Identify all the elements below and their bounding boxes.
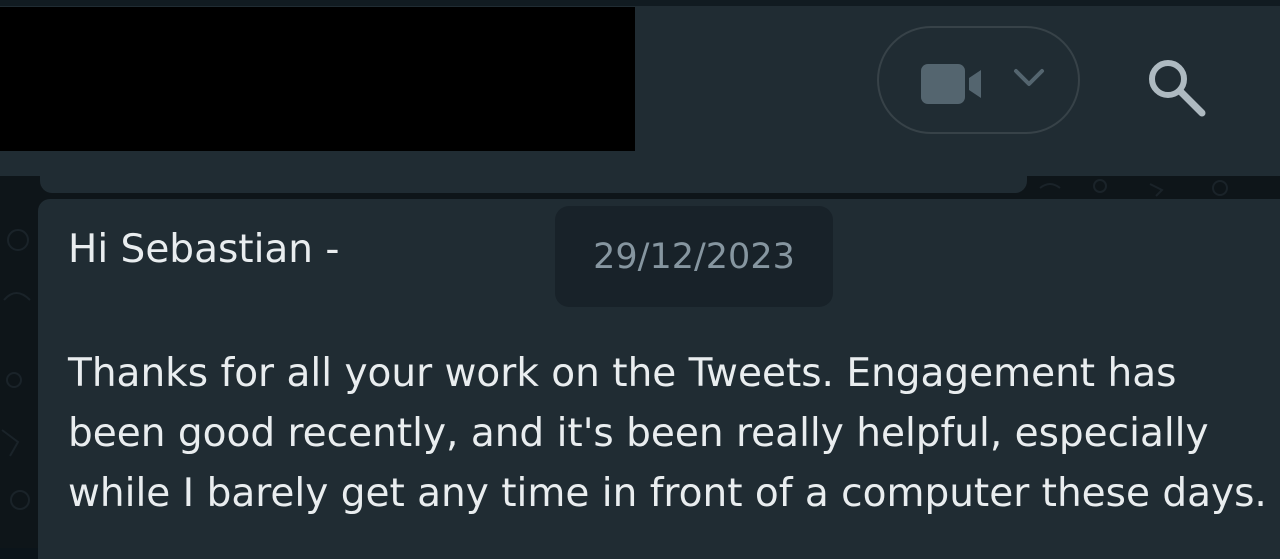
message-line: while I barely get any time in front of … xyxy=(68,471,1267,516)
message-line: Thanks for all your work on the Tweets. … xyxy=(68,351,1177,396)
message-greeting: Hi Sebastian - xyxy=(68,227,340,272)
video-camera-icon xyxy=(921,64,981,104)
date-divider: 29/12/2023 xyxy=(555,206,833,307)
chevron-down-icon xyxy=(1014,69,1044,86)
chat-header xyxy=(0,0,1280,176)
contact-info-redacted[interactable] xyxy=(0,7,635,151)
message-body: Thanks for all your work on the Tweets. … xyxy=(68,344,1280,524)
previous-message-bubble xyxy=(40,176,1027,193)
search-icon[interactable] xyxy=(1146,57,1208,119)
video-call-button[interactable] xyxy=(877,26,1080,134)
message-line: been good recently, and it's been really… xyxy=(68,411,1209,456)
